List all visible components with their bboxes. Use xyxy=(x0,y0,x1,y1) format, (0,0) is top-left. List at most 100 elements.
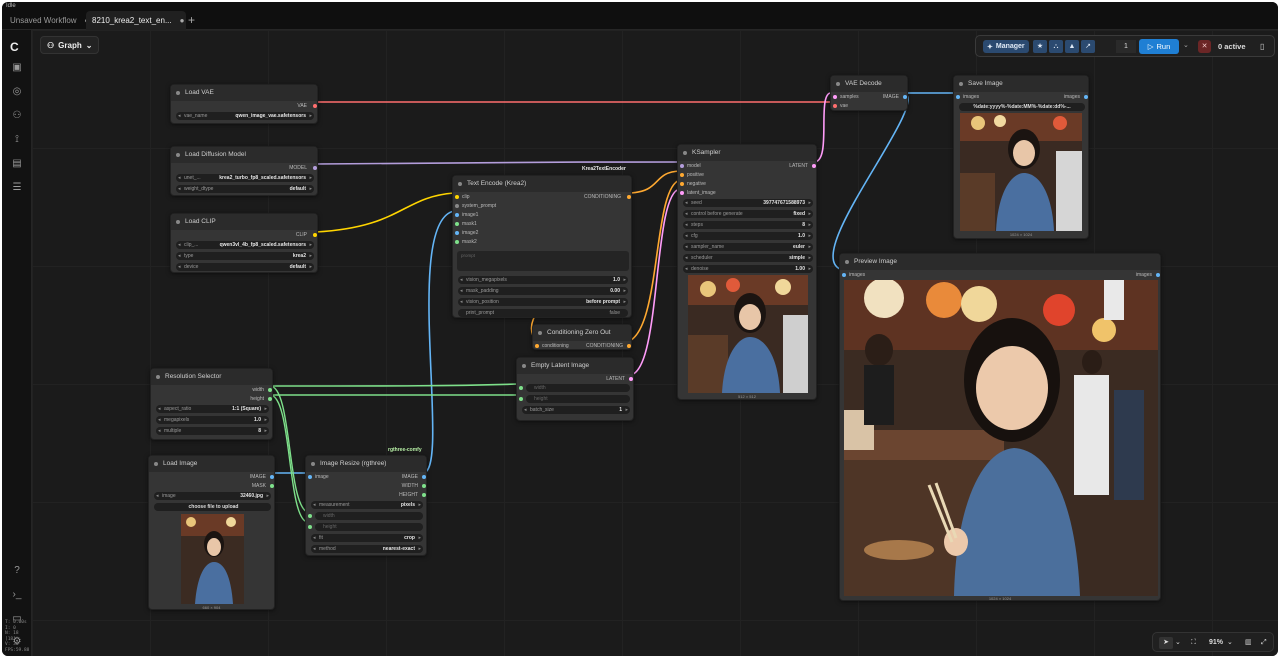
node-load-vae[interactable]: Load VAE VAE vae_name qwen_image_vae.saf… xyxy=(170,84,318,124)
output-slot-width[interactable] xyxy=(268,388,272,392)
star-icon[interactable]: ★ xyxy=(1033,40,1047,53)
input-slot-height[interactable] xyxy=(308,525,312,529)
image-file-widget[interactable]: image 32460.jpg xyxy=(154,492,271,500)
weight-dtype-widget[interactable]: weight_dtype default xyxy=(176,185,314,193)
node-image-resize[interactable]: Image Resize (rgthree) image IMAGE WIDTH… xyxy=(305,455,427,556)
output-slot[interactable] xyxy=(1084,95,1088,99)
print-prompt-toggle[interactable]: print_prompt false xyxy=(458,309,628,317)
resize-width-widget[interactable]: width xyxy=(315,512,423,520)
node-preview-image[interactable]: Preview Image images images 1024 × 1024 xyxy=(839,253,1161,601)
input-slot-positive[interactable] xyxy=(680,173,684,177)
node-load-diffusion-model[interactable]: Load Diffusion Model MODEL unet_... krea… xyxy=(170,146,318,196)
input-slot-mask1[interactable] xyxy=(455,222,459,226)
input-slot-mask2[interactable] xyxy=(455,240,459,244)
clip-name-widget[interactable]: clip_... qwen3vl_4b_fp8_scaled.safetenso… xyxy=(176,241,314,249)
warning-icon[interactable]: ▲ xyxy=(1065,40,1079,53)
batch-size-widget[interactable]: batch_size 1 xyxy=(522,406,630,414)
output-slot-height[interactable] xyxy=(422,493,426,497)
output-slot[interactable] xyxy=(627,195,631,199)
input-slot-height[interactable] xyxy=(519,397,523,401)
seed-widget[interactable]: seed 397747671588973 xyxy=(683,199,813,207)
filename-prefix-widget[interactable]: %date:yyyy%-%date:MM%-%date:dd%-... xyxy=(959,103,1085,111)
input-slot-image1[interactable] xyxy=(455,213,459,217)
input-slot-width[interactable] xyxy=(519,386,523,390)
cancel-button[interactable]: ✕ xyxy=(1198,40,1211,53)
input-slot[interactable] xyxy=(535,344,539,348)
queue-clear-icon[interactable]: ⛬ xyxy=(1049,40,1063,53)
input-slot-images[interactable] xyxy=(842,273,846,277)
output-slot-mask[interactable] xyxy=(270,484,274,488)
output-slot[interactable] xyxy=(629,377,633,381)
run-options-chevron-icon[interactable]: ⌄ xyxy=(1183,41,1189,49)
output-slot[interactable] xyxy=(812,164,816,168)
cfg-widget[interactable]: cfg 1.0 xyxy=(683,232,813,240)
input-slot-vae[interactable] xyxy=(833,104,837,108)
input-slot-images[interactable] xyxy=(956,95,960,99)
node-text-encode-krea2[interactable]: Text Encode (Krea2) clip system_prompt i… xyxy=(452,175,632,318)
node-vae-decode[interactable]: VAE Decode samples vae IMAGE xyxy=(830,75,908,111)
link-visibility-icon[interactable]: ⤢ xyxy=(1261,637,1267,649)
height-widget[interactable]: height xyxy=(526,395,630,403)
fit-view-icon[interactable]: ⛶ xyxy=(1191,637,1196,649)
zoom-chevron-icon[interactable]: ⌄ xyxy=(1227,637,1233,649)
upload-button[interactable]: choose file to upload xyxy=(154,503,271,511)
node-save-image[interactable]: Save Image images images %date:yyyy%-%da… xyxy=(953,75,1089,239)
batch-count-input[interactable]: 1 xyxy=(1116,40,1136,53)
unet-name-widget[interactable]: unet_... krea2_turbo_fp8_scaled.safetens… xyxy=(176,174,314,182)
output-slot[interactable] xyxy=(313,104,317,108)
denoise-widget[interactable]: denoise 1.00 xyxy=(683,265,813,273)
output-slot-width[interactable] xyxy=(422,484,426,488)
minimap-icon[interactable]: ▥ xyxy=(1245,637,1252,649)
multiple-widget[interactable]: multiple 8 xyxy=(156,427,269,435)
node-resolution-selector[interactable]: Resolution Selector width height aspect_… xyxy=(150,368,273,440)
scheduler-widget[interactable]: scheduler simple xyxy=(683,254,813,262)
input-slot-image2[interactable] xyxy=(455,231,459,235)
share-icon[interactable]: ↗ xyxy=(1081,40,1095,53)
node-load-clip[interactable]: Load CLIP CLIP clip_... qwen3vl_4b_fp8_s… xyxy=(170,213,318,273)
width-widget[interactable]: width xyxy=(526,384,630,392)
prompt-textarea[interactable]: prompt xyxy=(457,251,629,271)
input-slot-clip[interactable] xyxy=(455,195,459,199)
vae-name-widget[interactable]: vae_name qwen_image_vae.safetensors xyxy=(176,112,314,120)
vision-megapixels-widget[interactable]: vision_megapixels 1.0 xyxy=(458,276,628,284)
device-widget[interactable]: device default xyxy=(176,263,314,271)
steps-widget[interactable]: steps 8 xyxy=(683,221,813,229)
input-slot-system-prompt[interactable] xyxy=(455,204,459,208)
manager-button[interactable]: ✦ Manager xyxy=(983,40,1029,53)
resize-height-widget[interactable]: height xyxy=(315,523,423,531)
fit-widget[interactable]: fit crop xyxy=(311,534,423,542)
output-slot[interactable] xyxy=(313,166,317,170)
vision-position-widget[interactable]: vision_position before prompt xyxy=(458,298,628,306)
output-slot[interactable] xyxy=(1156,273,1160,277)
output-slot-height[interactable] xyxy=(268,397,272,401)
run-button[interactable]: ▷ Run xyxy=(1139,39,1179,54)
node-load-image[interactable]: Load Image IMAGE MASK image 32460.jpg cho… xyxy=(148,455,275,610)
input-slot-image[interactable] xyxy=(308,475,312,479)
output-slot-image[interactable] xyxy=(422,475,426,479)
node-conditioning-zero-out[interactable]: Conditioning Zero Out conditioning CONDI… xyxy=(532,324,632,350)
node-ksampler[interactable]: KSampler model positive negative latent_… xyxy=(677,144,817,400)
output-slot-image[interactable] xyxy=(270,475,274,479)
graph-breadcrumb-button[interactable]: ⚇ Graph ⌄ xyxy=(40,36,100,54)
measurement-widget[interactable]: measurement pixels xyxy=(311,501,423,509)
zoom-level[interactable]: 91% xyxy=(1209,637,1223,649)
tool-chevron-icon[interactable]: ⌄ xyxy=(1175,637,1181,649)
method-widget[interactable]: method nearest-exact xyxy=(311,545,423,553)
megapixels-widget[interactable]: megapixels 1.0 xyxy=(156,416,269,424)
output-slot[interactable] xyxy=(627,344,631,348)
mask-padding-widget[interactable]: mask_padding 0.00 xyxy=(458,287,628,295)
sampler-name-widget[interactable]: sampler_name euler xyxy=(683,243,813,251)
node-empty-latent-image[interactable]: Empty Latent Image LATENT width height b… xyxy=(516,357,634,421)
control-widget[interactable]: control before generate fixed xyxy=(683,210,813,218)
select-tool-icon[interactable]: ➤ xyxy=(1159,637,1173,649)
panel-toggle-icon[interactable]: ▯ xyxy=(1260,40,1272,53)
input-slot-width[interactable] xyxy=(308,514,312,518)
output-slot[interactable] xyxy=(903,95,907,99)
input-slot-samples[interactable] xyxy=(833,95,837,99)
clip-type-widget[interactable]: type krea2 xyxy=(176,252,314,260)
aspect-ratio-widget[interactable]: aspect_ratio 1:1 (Square) xyxy=(156,405,269,413)
input-slot-latent[interactable] xyxy=(680,191,684,195)
input-slot-negative[interactable] xyxy=(680,182,684,186)
input-slot-model[interactable] xyxy=(680,164,684,168)
output-slot[interactable] xyxy=(313,233,317,237)
